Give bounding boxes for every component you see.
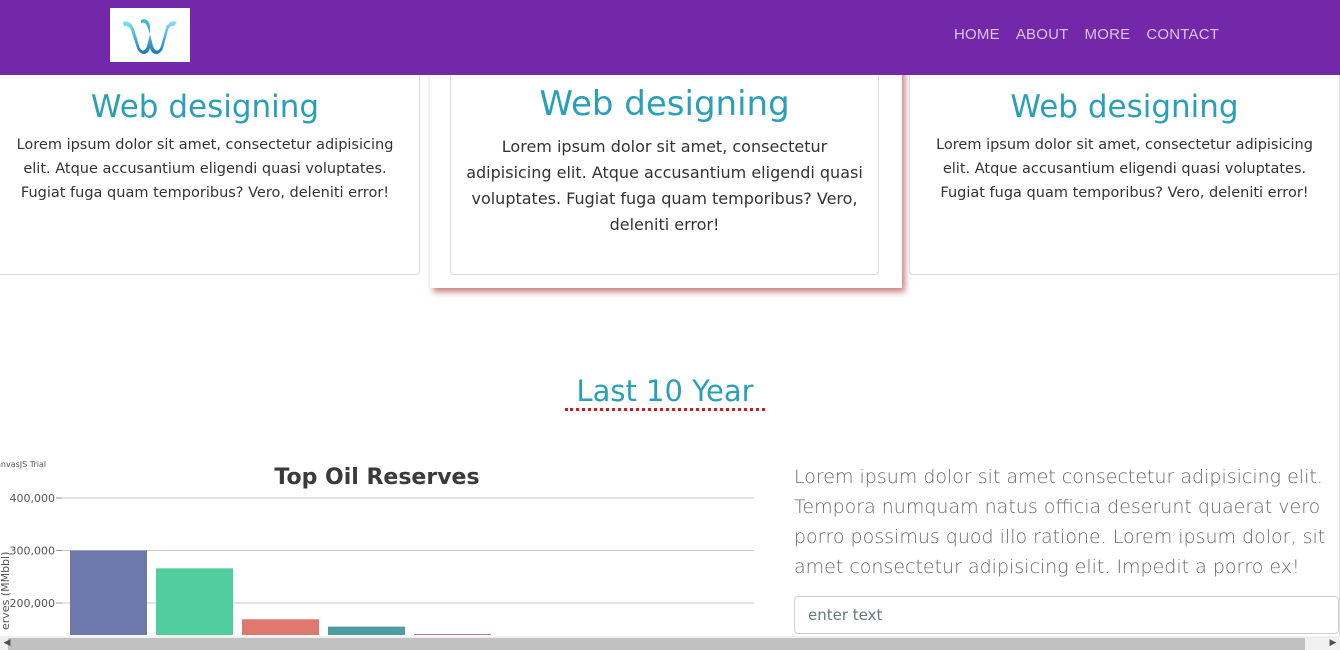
chart-y-axis-label: erves (MMbbl) [0, 552, 12, 630]
section-title-underline [565, 408, 765, 411]
card-text: Lorem ipsum dolor sit amet, consectetur … [936, 137, 1313, 201]
chart-watermark: anvasJS Trial [0, 460, 46, 469]
scroll-left-arrow-icon[interactable]: ◀ [0, 636, 14, 650]
horizontal-scrollbar[interactable]: ◀ ▶ [0, 636, 1340, 650]
service-card: Web designing Lorem ipsum dolor sit amet… [450, 60, 879, 275]
side-paragraph: Lorem ipsum dolor sit amet consectetur a… [794, 466, 1326, 578]
navbar: HOME ABOUT MORE CONTACT [0, 0, 1340, 75]
nav-link-about[interactable]: ABOUT [1016, 26, 1069, 43]
nav-link-contact[interactable]: CONTACT [1146, 26, 1219, 43]
chart-y-tick-label: 200,000 [10, 597, 56, 610]
chart-bar[interactable] [328, 626, 405, 635]
chart-y-tick-label: 400,000 [10, 492, 56, 505]
site-logo[interactable] [110, 8, 190, 62]
chart-bars [70, 550, 491, 636]
scroll-right-arrow-icon[interactable]: ▶ [1326, 636, 1340, 650]
oil-reserves-chart: anvasJS Trial Top Oil Reserves erves (MM… [0, 455, 760, 635]
chart-bar[interactable] [70, 550, 147, 636]
card-text: Lorem ipsum dolor sit amet, consectetur … [466, 137, 863, 234]
card-title: Web designing [1010, 89, 1239, 125]
chart-title: Top Oil Reserves [274, 465, 479, 490]
chart-bar[interactable] [156, 568, 233, 635]
service-card: Web designing Lorem ipsum dolor sit amet… [909, 60, 1340, 275]
service-card: Web designing Lorem ipsum dolor sit amet… [0, 60, 420, 275]
card-text: Lorem ipsum dolor sit amet, consectetur … [16, 137, 394, 201]
section-title: Last 10 Year [576, 374, 754, 408]
chart-bar[interactable] [242, 619, 319, 635]
chart-bar[interactable] [414, 633, 491, 635]
horizontal-scrollbar-thumb[interactable] [8, 638, 1305, 650]
nav-link-home[interactable]: HOME [954, 26, 1000, 43]
chart-y-tick-label: 300,000 [10, 545, 56, 558]
service-card-highlighted: Web designing Lorem ipsum dolor sit amet… [430, 50, 902, 288]
nav-links: HOME ABOUT MORE CONTACT [954, 26, 1219, 43]
chart-svg: anvasJS Trial Top Oil Reserves erves (MM… [0, 460, 754, 636]
card-title: Web designing [539, 84, 790, 124]
w-ribbon-logo-icon [123, 19, 177, 54]
nav-link-more[interactable]: MORE [1085, 26, 1131, 43]
card-title: Web designing [90, 89, 320, 125]
text-input[interactable] [794, 596, 1339, 634]
